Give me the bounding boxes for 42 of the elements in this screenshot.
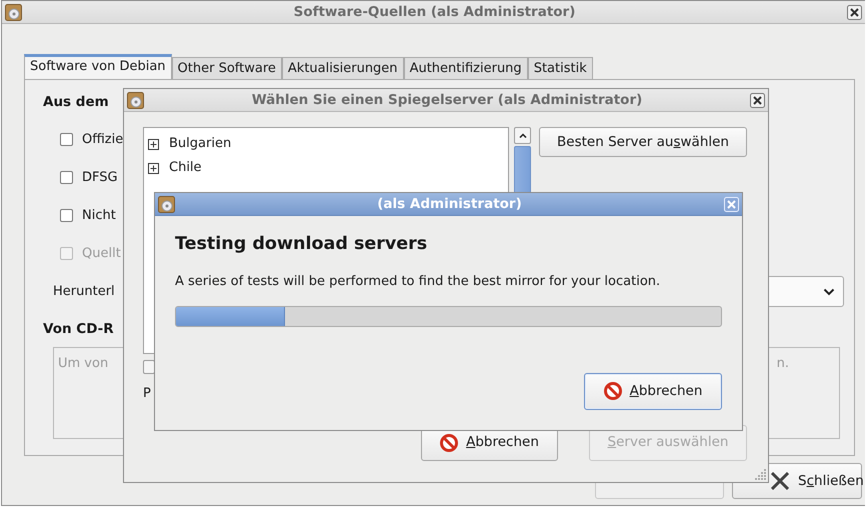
checkbox-label: DFSG <box>82 168 118 186</box>
checkbox-label: Quellt <box>82 244 121 262</box>
stop-icon <box>440 434 458 452</box>
field-label: P <box>143 385 151 403</box>
checkbox[interactable] <box>60 132 73 146</box>
checkbox-label: Nicht <box>82 206 116 224</box>
tab[interactable]: Authentifizierung <box>404 57 528 79</box>
cancel-button[interactable]: Abbrechen <box>584 372 722 410</box>
dialog-heading: Testing download servers <box>175 233 428 256</box>
checkbox[interactable] <box>60 170 73 184</box>
tab[interactable]: Software von Debian <box>24 54 172 79</box>
expand-icon[interactable] <box>148 138 159 150</box>
window-title: Software-Quellen (als Administrator) <box>292 2 576 22</box>
resize-grip-icon[interactable] <box>753 467 767 481</box>
best-server-button[interactable]: Besten Server auswählen <box>539 127 747 157</box>
section-heading: Aus dem <box>43 93 109 112</box>
note-text: Um von <box>58 354 108 372</box>
app-icon <box>127 92 144 108</box>
note-text: n. <box>776 354 789 372</box>
tab[interactable]: Other Software <box>172 57 282 79</box>
checkbox-label: Offizie <box>82 130 124 148</box>
caret-up-icon <box>518 133 526 138</box>
close-icon[interactable] <box>750 92 765 108</box>
field-label: Herunterl <box>53 283 115 301</box>
expand-icon[interactable] <box>148 162 159 174</box>
tree-item[interactable]: Bulgarien <box>169 134 232 154</box>
tree-item[interactable]: Chile <box>169 158 202 178</box>
scroll-up-button[interactable] <box>514 127 531 144</box>
tab[interactable]: Aktualisierungen <box>282 57 404 79</box>
small-button[interactable] <box>143 360 155 374</box>
tab[interactable]: Statistik <box>528 57 593 79</box>
app-icon <box>158 196 175 212</box>
chevron-down-icon <box>823 288 835 296</box>
section-heading: Von CD-R <box>43 320 114 340</box>
dialog-message: A series of tests will be performed to find the best mirror for your location. <box>175 273 662 292</box>
checkbox[interactable] <box>60 208 73 222</box>
window-title: Wählen Sie einen Spiegelserver (als Administrator) <box>250 90 644 110</box>
window-title: (als Administrator) <box>376 194 523 214</box>
close-icon <box>771 472 789 490</box>
stop-icon <box>604 382 622 400</box>
app-icon <box>5 4 22 20</box>
close-icon[interactable] <box>847 4 862 20</box>
